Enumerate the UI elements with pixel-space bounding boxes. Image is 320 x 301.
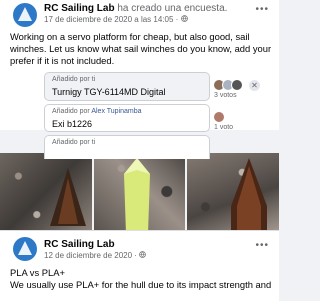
globe-icon [139, 251, 146, 260]
poll-option[interactable]: Añadido por Alex Tupinamba Exi b1226 [44, 104, 210, 132]
post-body: Working on a servo platform for cheap, b… [10, 31, 272, 66]
photo[interactable] [93, 153, 186, 230]
avatar [231, 79, 243, 91]
option-added-by: Añadido por ti [52, 76, 96, 83]
option-added-by: Añadido por ti [52, 139, 96, 146]
post-date[interactable]: 17 de diciembre de 2020 a las 14:05 [44, 15, 173, 24]
vote-count[interactable]: 1 voto [214, 124, 233, 131]
option-label: Exi b1226 [52, 119, 93, 129]
poll-option[interactable]: Añadido por ti Turnigy TGY-6114MD Digita… [44, 72, 210, 101]
post-action: ha creado una encuesta. [117, 3, 228, 14]
post: RC Sailing Lab 12 de diciembre de 2020 ·… [0, 230, 279, 301]
page-avatar[interactable] [13, 3, 37, 27]
photo[interactable] [187, 153, 280, 230]
avatar [213, 111, 225, 123]
post-title: PLA vs PLA+ [10, 267, 65, 278]
post-header: RC Sailing Lab ha creado una encuesta. [44, 3, 227, 14]
author-name[interactable]: RC Sailing Lab [44, 3, 115, 14]
globe-icon [180, 15, 188, 24]
meta-separator: · [175, 15, 179, 24]
poll-option[interactable]: Añadido por ti [44, 135, 210, 159]
author-name[interactable]: RC Sailing Lab [44, 239, 115, 250]
more-horizontal-icon[interactable]: ••• [255, 4, 269, 15]
post-body: We usually use PLA+ for the hull due to … [10, 279, 272, 290]
vote-count[interactable]: 3 votos [214, 92, 237, 99]
added-by-prefix: Añadido por [52, 108, 90, 115]
post-date[interactable]: 12 de diciembre de 2020 [44, 251, 132, 260]
post-meta: 12 de diciembre de 2020 · [44, 251, 146, 260]
added-by-user-link[interactable]: Alex Tupinamba [91, 108, 141, 115]
meta-separator: · [134, 251, 137, 260]
option-label: Turnigy TGY-6114MD Digital [52, 87, 166, 97]
post-photos[interactable] [0, 153, 280, 230]
page-avatar[interactable] [13, 237, 37, 261]
close-icon[interactable]: ✕ [249, 80, 260, 91]
voter-avatars[interactable] [213, 111, 225, 123]
post-meta: 17 de diciembre de 2020 a las 14:05 · [44, 15, 188, 24]
voter-avatars[interactable] [213, 79, 243, 91]
option-added-by: Añadido por Alex Tupinamba [52, 108, 142, 115]
photo[interactable] [0, 153, 92, 230]
more-horizontal-icon[interactable]: ••• [255, 240, 269, 251]
